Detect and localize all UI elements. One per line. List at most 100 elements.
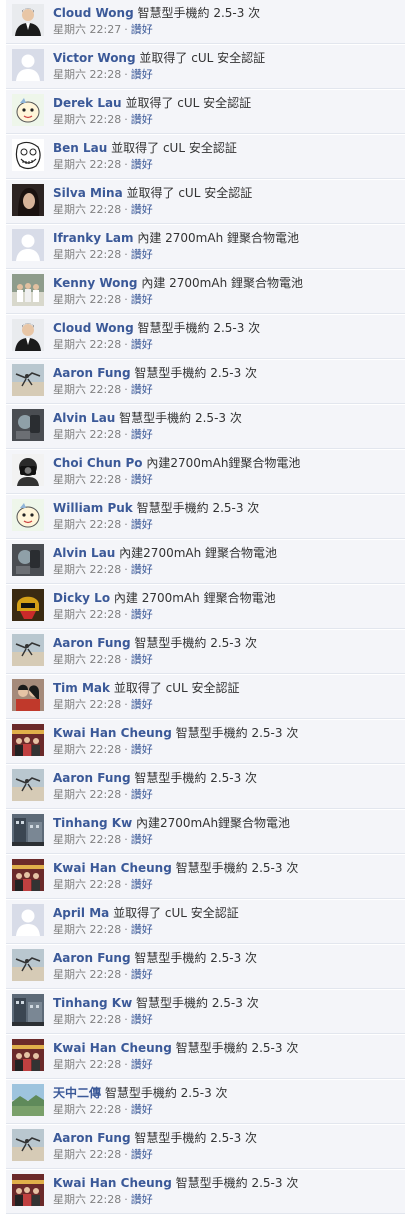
- like-link[interactable]: 讚好: [131, 1013, 153, 1026]
- like-link[interactable]: 讚好: [131, 788, 153, 801]
- user-name-link[interactable]: Cloud Wong: [53, 6, 134, 20]
- user-name-link[interactable]: Ben Lau: [53, 141, 107, 155]
- avatar[interactable]: [12, 1129, 44, 1161]
- like-link[interactable]: 讚好: [131, 1058, 153, 1071]
- avatar[interactable]: [12, 274, 44, 306]
- avatar[interactable]: [12, 409, 44, 441]
- like-link[interactable]: 讚好: [131, 23, 153, 36]
- feed-item: Cloud Wong 智慧型手機約 2.5-3 次星期六 22:28 · 讚好: [6, 315, 405, 359]
- avatar[interactable]: [12, 1174, 44, 1206]
- user-name-link[interactable]: Tinhang Kw: [53, 996, 132, 1010]
- user-name-link[interactable]: Aaron Fung: [53, 951, 131, 965]
- avatar[interactable]: [12, 679, 44, 711]
- feed-item-text: 智慧型手機約 2.5-3 次: [137, 321, 261, 335]
- like-link[interactable]: 讚好: [131, 1148, 153, 1161]
- feed-item: Kwai Han Cheung 智慧型手機約 2.5-3 次星期六 22:28 ·…: [6, 855, 405, 899]
- like-link[interactable]: 讚好: [131, 878, 153, 891]
- user-name-link[interactable]: Silva Mina: [53, 186, 123, 200]
- user-name-link[interactable]: Kwai Han Cheung: [53, 1176, 172, 1190]
- like-link[interactable]: 讚好: [131, 248, 153, 261]
- like-link[interactable]: 讚好: [131, 113, 153, 126]
- avatar[interactable]: [12, 229, 44, 261]
- like-link[interactable]: 讚好: [131, 743, 153, 756]
- feed-item-text: 智慧型手機約 2.5-3 次: [175, 1176, 299, 1190]
- like-link[interactable]: 讚好: [131, 608, 153, 621]
- avatar[interactable]: [12, 319, 44, 351]
- like-link[interactable]: 讚好: [131, 158, 153, 171]
- user-name-link[interactable]: Tinhang Kw: [53, 816, 132, 830]
- user-name-link[interactable]: Kwai Han Cheung: [53, 1041, 172, 1055]
- user-name-link[interactable]: Choi Chun Po: [53, 456, 143, 470]
- user-name-link[interactable]: Alvin Lau: [53, 546, 115, 560]
- like-link[interactable]: 讚好: [131, 338, 153, 351]
- like-link[interactable]: 讚好: [131, 923, 153, 936]
- avatar[interactable]: [12, 4, 44, 36]
- user-name-link[interactable]: Aaron Fung: [53, 636, 131, 650]
- user-name-link[interactable]: Victor Wong: [53, 51, 136, 65]
- avatar[interactable]: [12, 904, 44, 936]
- avatar[interactable]: [12, 859, 44, 891]
- like-link[interactable]: 讚好: [131, 428, 153, 441]
- like-link[interactable]: 讚好: [131, 473, 153, 486]
- user-name-link[interactable]: Ifranky Lam: [53, 231, 133, 245]
- like-link[interactable]: 讚好: [131, 1193, 153, 1206]
- avatar[interactable]: [12, 949, 44, 981]
- avatar[interactable]: [12, 1039, 44, 1071]
- avatar[interactable]: [12, 994, 44, 1026]
- avatar[interactable]: [12, 589, 44, 621]
- feed-item-text: 內建 2700mAh 鋰聚合物電池: [141, 276, 304, 290]
- feed-item-meta: 星期六 22:28 · 讚好: [53, 607, 153, 622]
- like-link[interactable]: 讚好: [131, 1103, 153, 1116]
- like-link[interactable]: 讚好: [131, 833, 153, 846]
- timestamp: 星期六 22:28: [53, 563, 122, 576]
- user-name-link[interactable]: Alvin Lau: [53, 411, 115, 425]
- avatar[interactable]: [12, 94, 44, 126]
- feed-item: Tinhang Kw 內建2700mAh鋰聚合物電池 星期六 22:28 · 讚好: [6, 810, 405, 854]
- separator-dot: ·: [124, 563, 128, 576]
- like-link[interactable]: 讚好: [131, 653, 153, 666]
- feed-item-text: 內建2700mAh鋰聚合物電池: [136, 816, 291, 830]
- feed-item-meta: 星期六 22:28 · 讚好: [53, 1192, 153, 1207]
- like-link[interactable]: 讚好: [131, 203, 153, 216]
- avatar[interactable]: [12, 544, 44, 576]
- like-link[interactable]: 讚好: [131, 383, 153, 396]
- user-name-link[interactable]: Aaron Fung: [53, 1131, 131, 1145]
- user-name-link[interactable]: Aaron Fung: [53, 771, 131, 785]
- avatar[interactable]: [12, 184, 44, 216]
- like-link[interactable]: 讚好: [131, 68, 153, 81]
- user-name-link[interactable]: Aaron Fung: [53, 366, 131, 380]
- timestamp: 星期六 22:28: [53, 608, 122, 621]
- user-name-link[interactable]: Cloud Wong: [53, 321, 134, 335]
- user-name-link[interactable]: Kenny Wong: [53, 276, 138, 290]
- like-link[interactable]: 讚好: [131, 968, 153, 981]
- user-name-link[interactable]: Tim Mak: [53, 681, 110, 695]
- feed-item-meta: 星期六 22:28 · 讚好: [53, 562, 153, 577]
- avatar[interactable]: [12, 499, 44, 531]
- avatar[interactable]: [12, 1084, 44, 1116]
- avatar[interactable]: [12, 139, 44, 171]
- like-link[interactable]: 讚好: [131, 698, 153, 711]
- feed-item-text: 智慧型手機約 2.5-3 次: [134, 636, 258, 650]
- user-name-link[interactable]: William Puk: [53, 501, 133, 515]
- avatar[interactable]: [12, 724, 44, 756]
- user-name-link[interactable]: Dicky Lo: [53, 591, 110, 605]
- timestamp: 星期六 22:28: [53, 1103, 122, 1116]
- like-link[interactable]: 讚好: [131, 563, 153, 576]
- avatar[interactable]: [12, 49, 44, 81]
- avatar[interactable]: [12, 814, 44, 846]
- user-name-link[interactable]: April Ma: [53, 906, 109, 920]
- feed-item: Cloud Wong 智慧型手機約 2.5-3 次星期六 22:27 · 讚好: [6, 0, 405, 44]
- user-name-link[interactable]: Kwai Han Cheung: [53, 726, 172, 740]
- avatar[interactable]: [12, 634, 44, 666]
- avatar[interactable]: [12, 454, 44, 486]
- like-link[interactable]: 讚好: [131, 293, 153, 306]
- like-link[interactable]: 讚好: [131, 518, 153, 531]
- avatar[interactable]: [12, 769, 44, 801]
- feed-item: April Ma 並取得了 cUL 安全認証 星期六 22:28 · 讚好: [6, 900, 405, 944]
- separator-dot: ·: [124, 1193, 128, 1206]
- avatar[interactable]: [12, 364, 44, 396]
- user-name-link[interactable]: Derek Lau: [53, 96, 122, 110]
- user-name-link[interactable]: 天中二傳: [53, 1086, 101, 1100]
- timestamp: 星期六 22:28: [53, 833, 122, 846]
- user-name-link[interactable]: Kwai Han Cheung: [53, 861, 172, 875]
